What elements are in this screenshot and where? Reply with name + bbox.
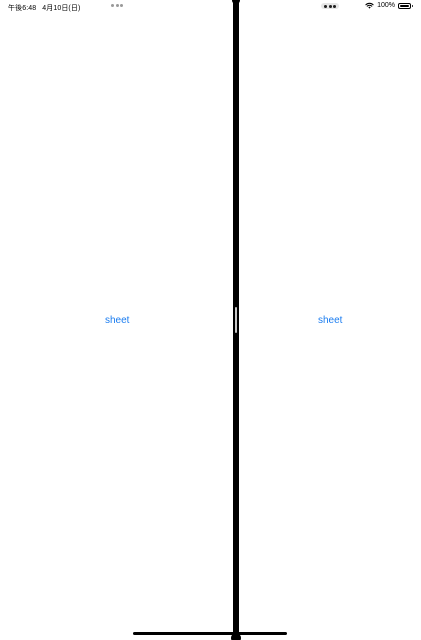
battery-tip xyxy=(411,5,413,7)
status-date: 4月10日(日) xyxy=(42,5,81,12)
status-indicators: 100% xyxy=(365,2,413,9)
more-dots-icon xyxy=(115,4,119,7)
wifi-icon xyxy=(365,2,374,9)
more-dots-icon xyxy=(111,4,114,7)
split-view-screen: 午後6:48 4月10日(日) 100% sheet sheet xyxy=(0,0,421,640)
left-multitask-menu-button[interactable] xyxy=(111,4,123,7)
left-sheet-button[interactable]: sheet xyxy=(105,315,129,326)
home-indicator[interactable] xyxy=(133,632,287,635)
battery-fill xyxy=(400,4,409,7)
right-multitask-menu-button[interactable] xyxy=(321,3,339,9)
status-time: 午後6:48 xyxy=(8,5,37,12)
divider-drag-handle[interactable] xyxy=(235,307,237,333)
more-dots-icon xyxy=(324,4,327,8)
divider-bottom-cap xyxy=(231,633,241,640)
more-dots-icon xyxy=(328,4,332,8)
status-time-date: 午後6:48 4月10日(日) xyxy=(8,3,80,13)
battery-icon xyxy=(398,2,413,9)
battery-percent: 100% xyxy=(377,2,395,9)
right-sheet-button[interactable]: sheet xyxy=(318,315,342,326)
more-dots-icon xyxy=(120,4,123,7)
more-dots-icon xyxy=(333,4,336,8)
